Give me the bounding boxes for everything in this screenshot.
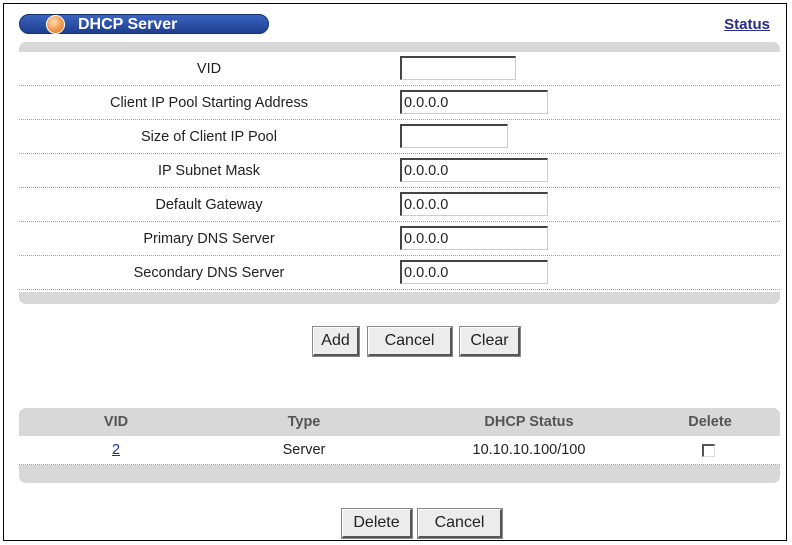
dhcp-server-screen: DHCP Server Status VID Client IP Pool St… (3, 3, 787, 541)
form-row-pool-start: Client IP Pool Starting Address (19, 86, 780, 120)
dhcp-status-cell: 10.10.10.100/100 (472, 442, 586, 458)
clear-button[interactable]: Clear (459, 326, 521, 357)
default-gateway-input[interactable] (400, 192, 548, 216)
form-row-default-gateway: Default Gateway (19, 188, 780, 222)
secondary-dns-label: Secondary DNS Server (133, 265, 285, 281)
subnet-mask-label: IP Subnet Mask (157, 163, 261, 179)
primary-dns-label: Primary DNS Server (143, 231, 275, 247)
page-title-text: DHCP Server (78, 16, 178, 33)
form-row-vid: VID (19, 52, 780, 86)
vid-link[interactable]: 2 (70, 436, 162, 464)
orb-icon (46, 15, 65, 34)
form-row-subnet-mask: IP Subnet Mask (19, 154, 780, 188)
form-row-secondary-dns: Secondary DNS Server (19, 256, 780, 290)
vid-input[interactable] (400, 56, 516, 80)
table-header: VID Type DHCP Status Delete (19, 408, 780, 436)
add-button[interactable]: Add (312, 326, 360, 357)
status-link[interactable]: Status (724, 16, 770, 33)
form-row-primary-dns: Primary DNS Server (19, 222, 780, 256)
pool-start-label: Client IP Pool Starting Address (109, 95, 308, 111)
col-header-dhcp-status: DHCP Status (484, 414, 574, 430)
pool-start-input[interactable] (400, 90, 548, 114)
cancel-button[interactable]: Cancel (367, 326, 453, 357)
subnet-mask-input[interactable] (400, 158, 548, 182)
table-cancel-button[interactable]: Cancel (417, 508, 503, 539)
dhcp-form: VID Client IP Pool Starting Address Size… (19, 52, 780, 292)
table-row: 2 Server 10.10.10.100/100 (19, 436, 780, 465)
vid-label: VID (196, 61, 222, 77)
dhcp-table: VID Type DHCP Status Delete 2 Server 10.… (19, 408, 780, 483)
dhcp-form-panel: VID Client IP Pool Starting Address Size… (19, 42, 780, 304)
col-header-type: Type (287, 414, 321, 430)
col-header-vid: VID (103, 414, 129, 430)
primary-dns-input[interactable] (400, 226, 548, 250)
pool-size-label: Size of Client IP Pool (141, 129, 277, 145)
type-cell: Server (282, 442, 326, 458)
form-row-pool-size: Size of Client IP Pool (19, 120, 780, 154)
delete-button[interactable]: Delete (341, 508, 413, 539)
default-gateway-label: Default Gateway (155, 197, 263, 213)
delete-checkbox[interactable] (702, 444, 715, 457)
pool-size-input[interactable] (400, 124, 508, 148)
col-header-delete: Delete (688, 414, 732, 430)
page-title: DHCP Server (19, 14, 269, 34)
secondary-dns-input[interactable] (400, 260, 548, 284)
